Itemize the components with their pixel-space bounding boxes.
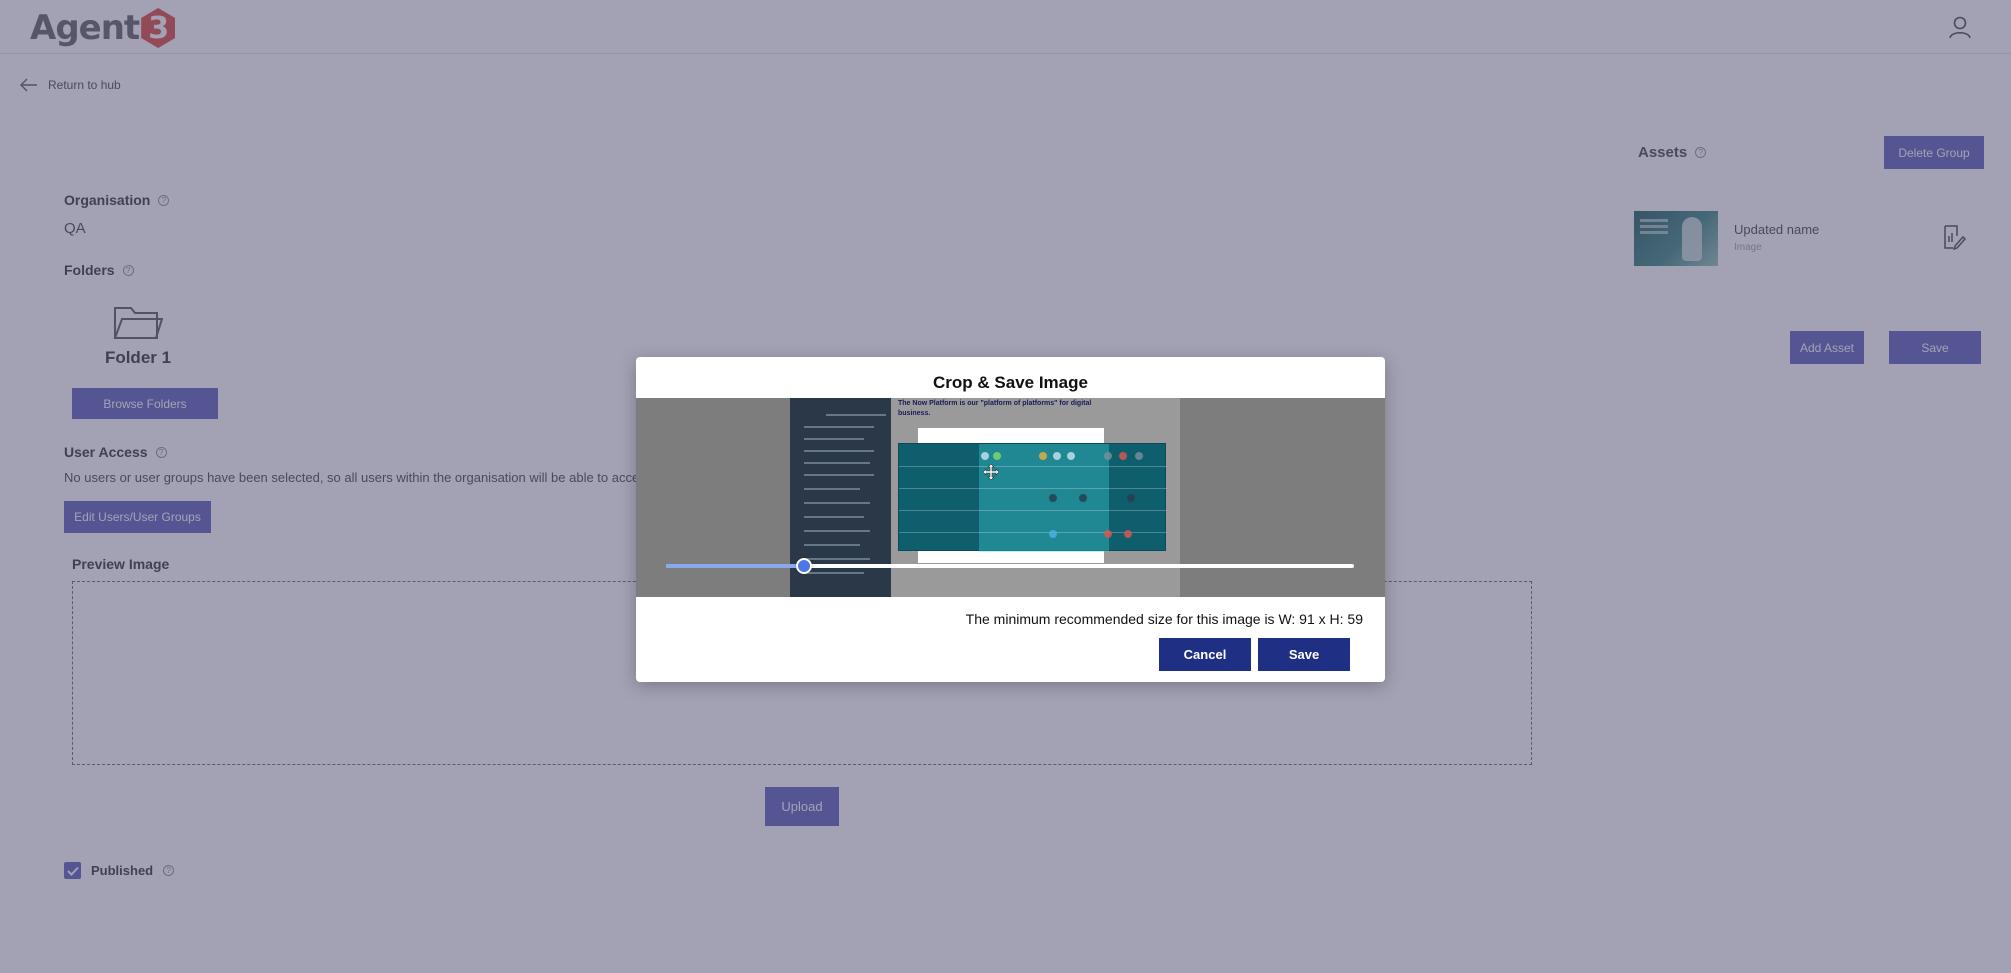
image-heading-text: The Now Platform is our "platform of pla… bbox=[898, 400, 1092, 407]
zoom-slider[interactable] bbox=[666, 558, 1354, 574]
min-size-hint: The minimum recommended size for this im… bbox=[965, 611, 1363, 627]
zoom-slider-handle[interactable] bbox=[795, 558, 812, 574]
cancel-button[interactable]: Cancel bbox=[1159, 638, 1251, 671]
crop-canvas[interactable]: The Now Platform is our "platform of pla… bbox=[636, 398, 1385, 597]
crop-save-image-dialog: Crop & Save Image The Now Platform is ou… bbox=[636, 357, 1385, 682]
dialog-title: Crop & Save Image bbox=[933, 373, 1088, 392]
save-button[interactable]: Save bbox=[1258, 638, 1350, 671]
zoom-slider-fill bbox=[666, 564, 804, 568]
move-cursor-icon bbox=[983, 464, 999, 480]
image-heading-text-2: business. bbox=[898, 410, 931, 417]
image-diagram bbox=[898, 443, 1167, 552]
